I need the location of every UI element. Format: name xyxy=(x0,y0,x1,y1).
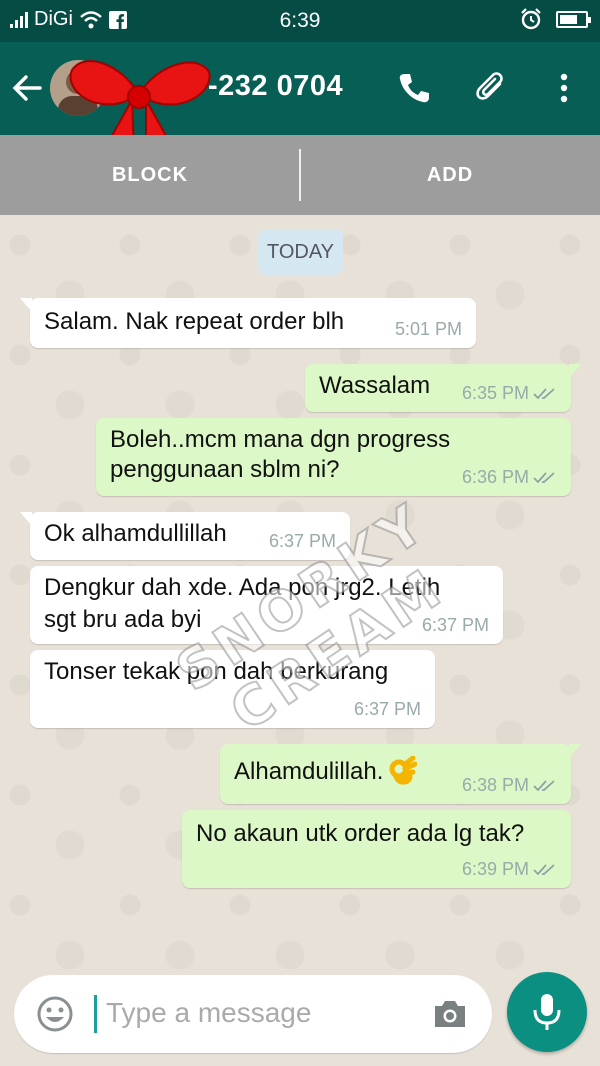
message-bubble-incoming[interactable]: Dengkur dah xde. Ada pon jrg2. Letih sgt… xyxy=(30,566,503,644)
message-time: 6:35 PM xyxy=(461,383,529,403)
message-time: 6:37 PM xyxy=(421,615,489,635)
chat-header: -232 0704 xyxy=(0,42,600,152)
camera-icon[interactable] xyxy=(432,999,468,1029)
text-caret xyxy=(94,995,97,1033)
message-bubble-outgoing[interactable]: Alhamdulillah. 6:38 PM xyxy=(220,744,581,804)
message-text: Ok alhamdullillah xyxy=(44,520,227,547)
message-meta: 5:01 PM xyxy=(395,319,462,340)
message-input[interactable]: Type a message xyxy=(14,975,492,1053)
message-text: Tonser tekak pon dah berkurang xyxy=(44,658,389,685)
microphone-icon xyxy=(533,994,561,1030)
message-bubble-incoming[interactable]: Ok alhamdullillah 6:37 PM xyxy=(20,512,350,560)
message-placeholder: Type a message xyxy=(106,997,312,1028)
status-right xyxy=(520,8,591,30)
block-add-bar: BLOCK ADD xyxy=(0,135,600,215)
message-time: 6:36 PM xyxy=(461,467,529,487)
emoji-icon[interactable] xyxy=(36,995,74,1033)
message-meta: 6:37 PM xyxy=(422,615,489,636)
message-bubble-outgoing[interactable]: Wassalam 6:35 PM xyxy=(305,364,581,412)
message-meta: 6:37 PM xyxy=(269,531,336,552)
paperclip-icon[interactable] xyxy=(474,70,510,106)
message-meta: 6:35 PM xyxy=(462,383,557,404)
double-check-icon xyxy=(533,863,555,875)
message-time: 6:37 PM xyxy=(353,699,421,719)
alarm-icon xyxy=(521,8,541,30)
message-meta: 6:39 PM xyxy=(462,859,557,880)
message-text: Dengkur dah xde. Ada pon jrg2. Letih xyxy=(44,574,441,601)
block-button[interactable]: BLOCK xyxy=(0,135,300,215)
message-meta: 6:37 PM xyxy=(354,699,421,720)
message-text: Salam. Nak repeat order blh xyxy=(44,308,345,335)
status-time: 6:39 xyxy=(279,9,321,32)
message-time: 6:39 PM xyxy=(461,859,529,879)
message-text: Wassalam xyxy=(319,372,431,399)
ok-hand-emoji-icon xyxy=(389,756,418,785)
message-text: No akaun utk order ada lg tak? xyxy=(196,820,525,847)
message-meta: 6:36 PM xyxy=(462,467,557,488)
message-text: penggunaan sblm ni? xyxy=(110,456,340,483)
message-time: 5:01 PM xyxy=(394,319,462,339)
message-text: Boleh..mcm mana dgn progress xyxy=(110,426,451,453)
message-time: 6:37 PM xyxy=(268,531,336,551)
double-check-icon xyxy=(533,779,555,791)
double-check-icon xyxy=(533,387,555,399)
contact-name[interactable]: -232 0704 xyxy=(208,70,343,103)
voice-record-button[interactable] xyxy=(507,972,587,1052)
add-button[interactable]: ADD xyxy=(300,135,600,215)
more-options-icon[interactable] xyxy=(546,70,582,106)
message-time: 6:38 PM xyxy=(461,775,529,795)
message-text: Alhamdulillah. xyxy=(234,758,384,785)
battery-icon xyxy=(556,10,591,28)
message-meta: 6:38 PM xyxy=(462,775,557,796)
message-bubble-outgoing[interactable]: No akaun utk order ada lg tak? 6:39 PM xyxy=(182,810,571,888)
back-arrow-icon[interactable] xyxy=(10,70,44,106)
phone-call-icon[interactable] xyxy=(396,70,432,106)
date-chip: TODAY xyxy=(258,229,343,275)
status-bar: DiGi 6:39 xyxy=(0,0,600,42)
message-bubble-incoming[interactable]: Tonser tekak pon dah berkurang 6:37 PM xyxy=(30,650,435,728)
double-check-icon xyxy=(533,471,555,483)
message-text-row: Alhamdulillah. xyxy=(234,756,418,788)
message-bubble-outgoing[interactable]: Boleh..mcm mana dgn progress penggunaan … xyxy=(96,418,571,496)
message-text: sgt bru ada byi xyxy=(44,606,202,633)
message-bubble-incoming[interactable]: Salam. Nak repeat order blh 5:01 PM xyxy=(20,298,476,348)
